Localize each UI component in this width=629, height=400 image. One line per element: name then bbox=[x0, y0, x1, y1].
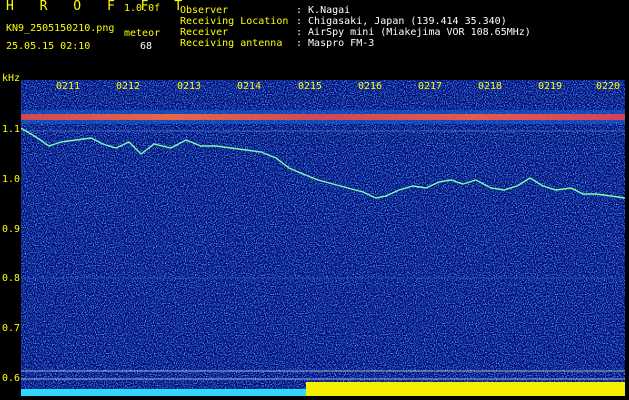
app-title: H R O F F T bbox=[6, 0, 192, 14]
spectrogram-svg bbox=[21, 80, 625, 396]
antenna-value: : Maspro FM-3 bbox=[296, 38, 375, 49]
signal-bar-right bbox=[306, 382, 625, 396]
x-tick-label: 0214 bbox=[237, 81, 262, 92]
y-axis-unit: kHz bbox=[2, 73, 21, 84]
y-tick-label: 0.9 bbox=[2, 224, 21, 235]
y-tick-label: 1.1 bbox=[2, 124, 21, 135]
x-tick-label: 0219 bbox=[538, 81, 563, 92]
observer-value: : K.Nagai bbox=[296, 5, 351, 16]
observer-label: Observer bbox=[180, 5, 229, 16]
y-tick-label: 0.7 bbox=[2, 323, 21, 334]
antenna-label: Receiving antenna bbox=[180, 38, 283, 49]
noise-layer bbox=[21, 80, 625, 396]
signal-bar-left bbox=[21, 389, 306, 396]
receiver-value: : AirSpy mini (Miakejima VOR 108.65MHz) bbox=[296, 27, 531, 38]
x-tick-label: 0220 bbox=[596, 81, 621, 92]
y-tick-label: 1.0 bbox=[2, 174, 21, 185]
x-tick-label: 0211 bbox=[56, 81, 81, 92]
x-tick-label: 0213 bbox=[177, 81, 202, 92]
receiver-label: Receiver bbox=[180, 27, 229, 38]
location-value: : Chigasaki, Japan (139.414 35.340) bbox=[296, 16, 507, 27]
y-tick-label: 0.6 bbox=[2, 373, 21, 384]
x-tick-label: 0218 bbox=[478, 81, 503, 92]
x-tick-label: 0215 bbox=[298, 81, 323, 92]
carrier-band bbox=[21, 114, 625, 120]
spectrogram-plot bbox=[21, 80, 625, 396]
filename-label: KN9_2505150210.png bbox=[6, 23, 115, 34]
location-label: Receiving Location bbox=[180, 16, 289, 27]
version-label: 1.0.0f bbox=[124, 3, 161, 14]
x-tick-label: 0212 bbox=[116, 81, 141, 92]
x-tick-label: 0217 bbox=[418, 81, 443, 92]
x-tick-label: 0216 bbox=[358, 81, 383, 92]
datetime-label: 25.05.15 02:10 bbox=[6, 41, 91, 52]
meteor-label: meteor bbox=[124, 28, 161, 39]
y-tick-label: 0.8 bbox=[2, 273, 21, 284]
meteor-count: 68 bbox=[140, 41, 153, 52]
